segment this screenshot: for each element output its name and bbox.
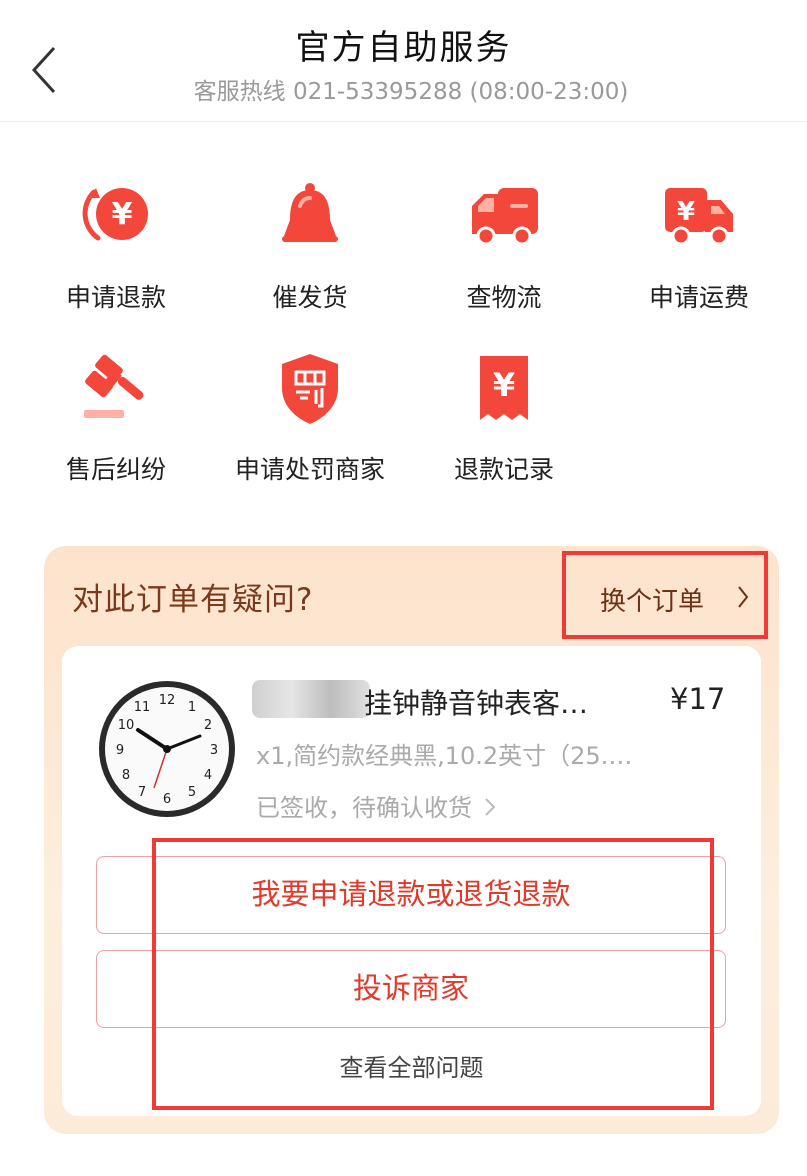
service-label: 申请运费 [648, 283, 749, 312]
penalty-shield-icon [282, 354, 338, 424]
svg-text:¥: ¥ [493, 366, 515, 404]
chevron-right-icon [738, 586, 749, 608]
clock-numeral: 10 [118, 718, 135, 733]
hotline-text: 客服热线 021-53395288 (08:00-23:00) [193, 79, 629, 105]
switch-order-label: 换个订单 [600, 587, 705, 617]
service-after-sale-dispute[interactable]: 售后纠纷 [16, 348, 216, 486]
product-spec: x1,简约款经典黑,10.2英寸（25.… [256, 742, 633, 770]
clock-numeral: 2 [204, 718, 212, 733]
clock-numeral: 7 [138, 785, 146, 800]
service-label: 催发货 [272, 283, 348, 312]
service-refund-records[interactable]: ¥ 退款记录 [404, 348, 604, 486]
service-label: 申请处罚商家 [234, 455, 385, 484]
clock-numeral: 6 [163, 792, 171, 807]
page-title: 官方自助服务 [295, 28, 512, 68]
truck-icon [472, 188, 538, 246]
shipping-fee-truck-icon: ¥ [665, 188, 733, 246]
service-apply-shipping-fee[interactable]: ¥ 申请运费 [599, 176, 799, 314]
clock-numeral: 4 [204, 768, 212, 783]
clock-numeral: 11 [134, 700, 151, 715]
order-question-title: 对此订单有疑问? [72, 582, 314, 618]
clock-numeral: 12 [159, 693, 176, 708]
switch-order-button[interactable]: 换个订单 [562, 551, 768, 639]
service-urge-shipment[interactable]: 催发货 [210, 176, 410, 314]
clock-numeral: 8 [122, 768, 130, 783]
gavel-icon [84, 354, 144, 418]
service-apply-refund[interactable]: ¥ 申请退款 [16, 176, 216, 314]
order-status-link[interactable]: 已签收，待确认收货 [256, 788, 496, 823]
refund-receipt-icon: ¥ [480, 356, 528, 420]
refund-yen-icon: ¥ [82, 188, 148, 241]
order-status: 已签收，待确认收货 [256, 794, 472, 822]
product-thumbnail[interactable]: 12 1 2 3 4 5 6 7 8 9 10 11 [96, 678, 238, 820]
svg-text:¥: ¥ [677, 197, 695, 227]
clock-numeral: 5 [188, 785, 196, 800]
product-title[interactable]: 挂钟静音钟表客… [364, 682, 624, 722]
clock-numeral: 1 [188, 700, 196, 715]
service-label: 退款记录 [453, 455, 554, 484]
service-label: 售后纠纷 [65, 455, 166, 484]
clock-numeral: 3 [210, 743, 218, 758]
service-label: 查物流 [466, 283, 542, 312]
clock-numeral: 9 [116, 743, 124, 758]
product-price: ¥17 [670, 682, 726, 716]
svg-text:¥: ¥ [112, 197, 133, 232]
header-bar: 官方自助服务 客服热线 021-53395288 (08:00-23:00) [0, 0, 807, 122]
service-label: 申请退款 [65, 283, 166, 312]
service-track-logistics[interactable]: 查物流 [404, 176, 604, 314]
highlight-box [152, 838, 714, 1110]
redacted-text [252, 680, 370, 718]
service-apply-penalty[interactable]: 申请处罚商家 [210, 348, 410, 486]
bell-icon [282, 183, 338, 242]
chevron-right-icon [484, 798, 496, 816]
